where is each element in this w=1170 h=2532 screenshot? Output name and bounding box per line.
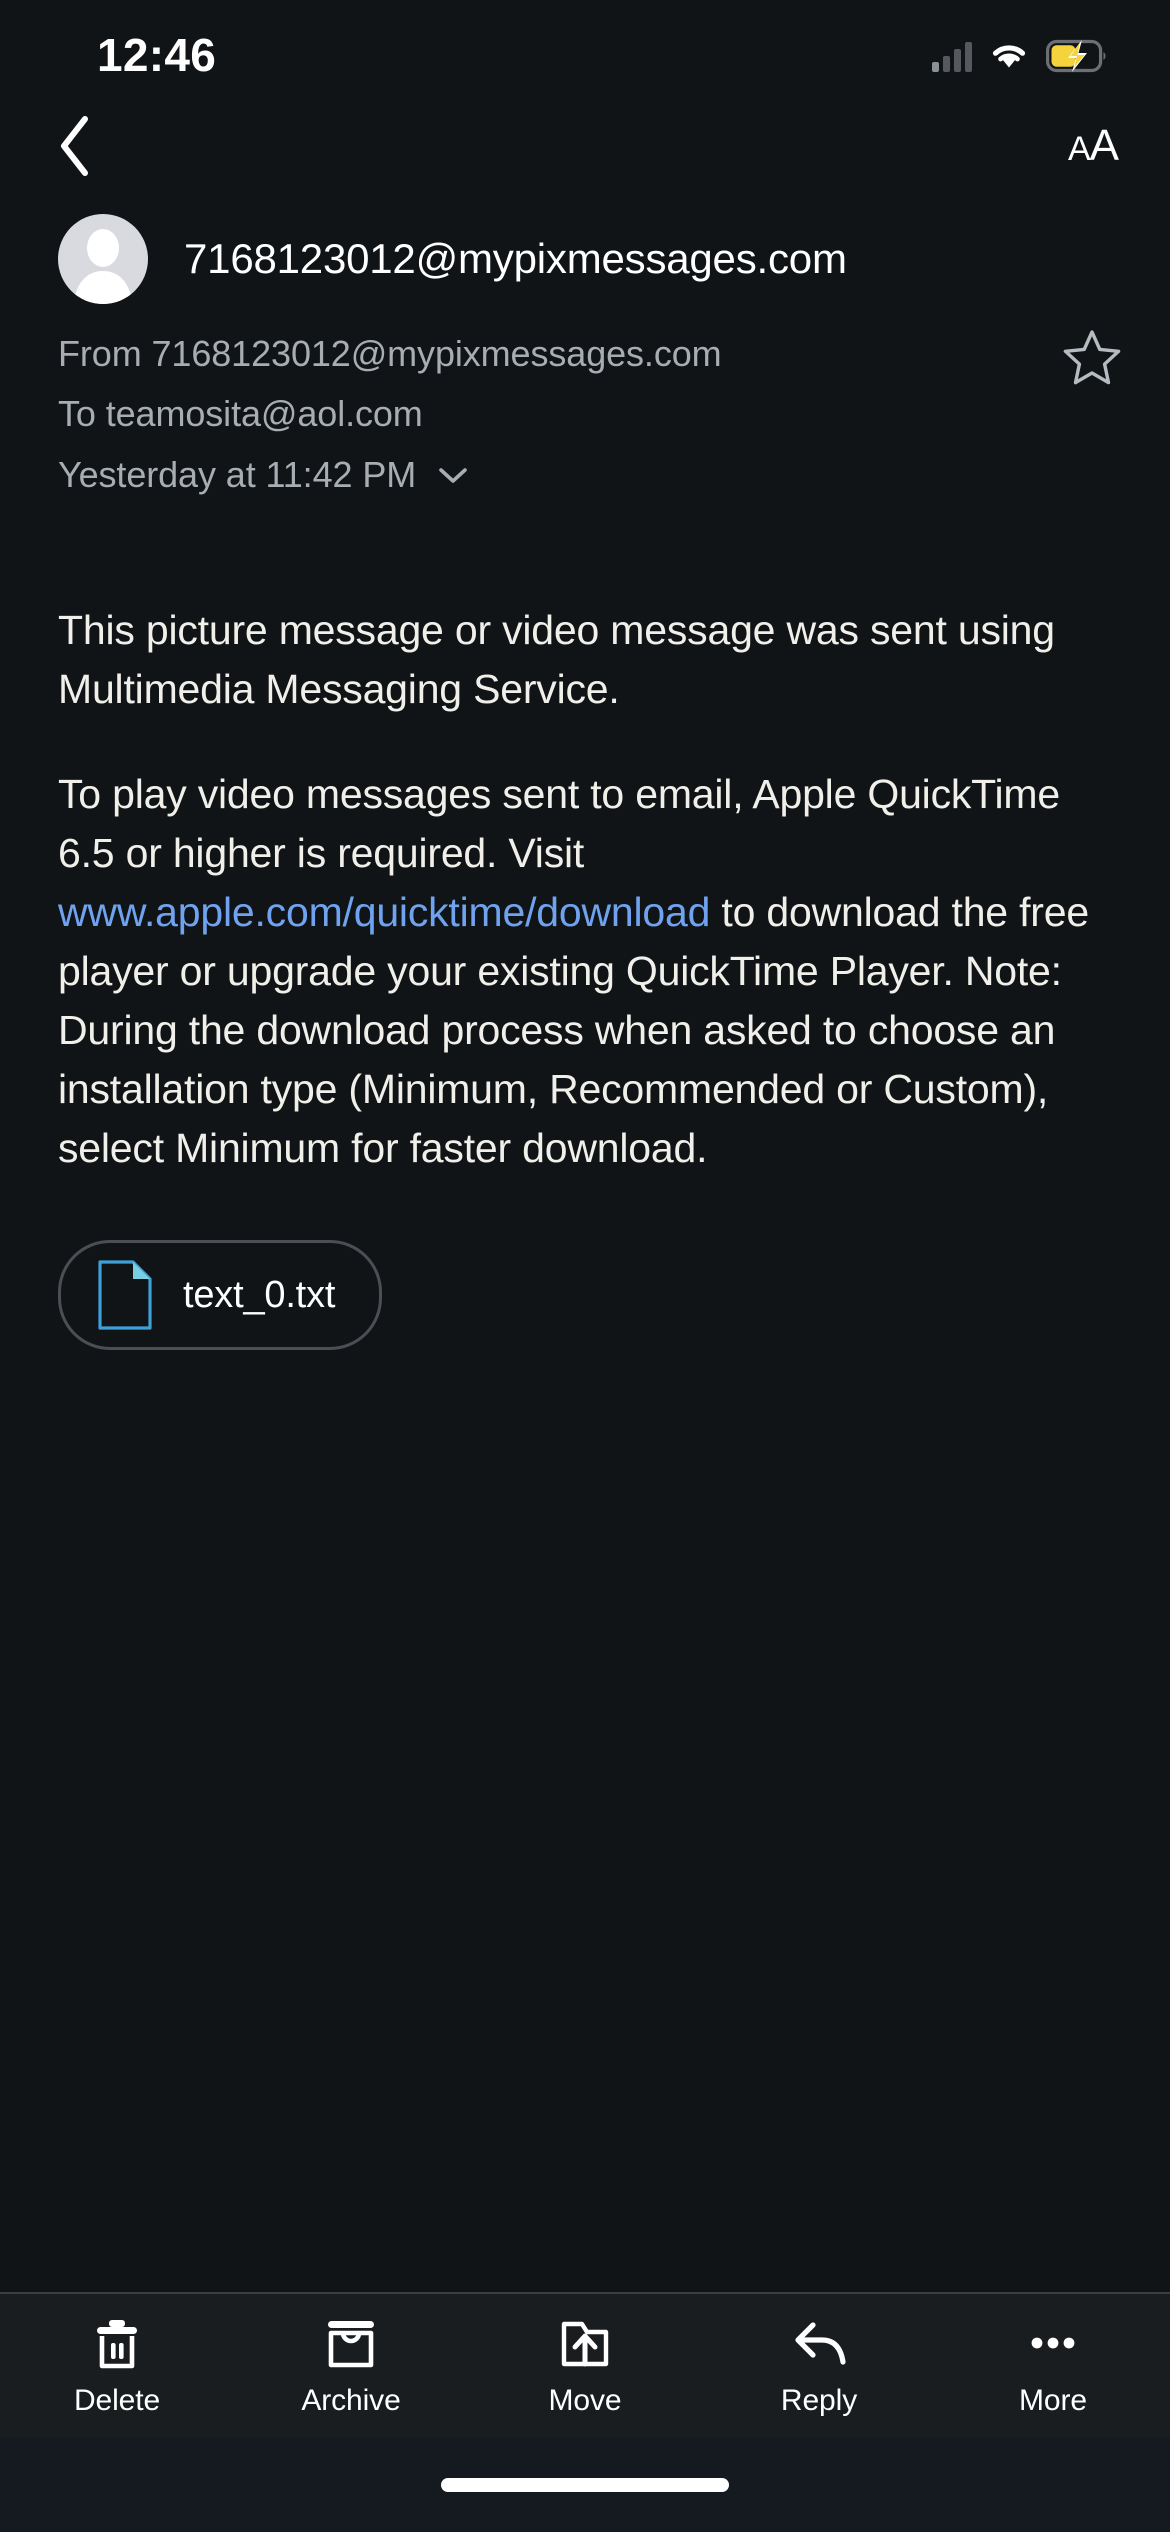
quicktime-download-link[interactable]: www.apple.com/quicktime/download bbox=[58, 889, 710, 935]
body-paragraph-2-prefix: To play video messages sent to email, Ap… bbox=[58, 771, 1060, 876]
move-to-folder-icon bbox=[556, 2316, 614, 2370]
body-paragraph-1: This picture message or video message wa… bbox=[58, 607, 1055, 712]
back-button[interactable] bbox=[40, 111, 110, 181]
sender-address: 7168123012@mypixmessages.com bbox=[184, 235, 847, 282]
text-size-button[interactable]: AA bbox=[1064, 115, 1122, 177]
sender-row[interactable]: 7168123012@mypixmessages.com bbox=[0, 192, 1170, 318]
person-placeholder-avatar bbox=[74, 229, 132, 304]
from-line: From 7168123012@mypixmessages.com bbox=[58, 333, 722, 374]
move-label: Move bbox=[548, 2384, 622, 2417]
reply-label: Reply bbox=[780, 2384, 858, 2417]
cellular-signal-icon bbox=[932, 40, 972, 72]
more-button[interactable]: More bbox=[936, 2316, 1170, 2418]
status-bar-clock: 12:46 bbox=[97, 29, 217, 81]
ellipsis-icon bbox=[1024, 2316, 1082, 2370]
action-toolbar: Delete Archive Move Reply More bbox=[0, 2292, 1170, 2438]
date-line[interactable]: Yesterday at 11:42 PM bbox=[58, 444, 1130, 505]
wifi-icon bbox=[992, 45, 1026, 68]
attachment-chip[interactable]: text_0.txt bbox=[58, 1240, 383, 1350]
delete-label: Delete bbox=[73, 2384, 161, 2417]
status-bar: 12:46 bbox=[0, 0, 1170, 100]
star-outline-icon bbox=[1063, 330, 1121, 385]
chevron-left-icon bbox=[61, 116, 88, 176]
mail-message-screen: 12:46 AA 7168123012@mypixmessages.com Fr… bbox=[0, 0, 1170, 2532]
chevron-down-icon bbox=[436, 444, 470, 504]
navigation-bar: AA bbox=[0, 100, 1170, 192]
text-size-small-a: A bbox=[1067, 130, 1091, 168]
avatar bbox=[58, 214, 148, 304]
attachment-filename: text_0.txt bbox=[183, 1273, 336, 1316]
body-paragraph-2: To play video messages sent to email, Ap… bbox=[58, 765, 1124, 1178]
archive-box-icon bbox=[322, 2316, 380, 2370]
status-bar-icons bbox=[932, 39, 1108, 73]
text-size-large-a: A bbox=[1089, 121, 1119, 170]
home-indicator-area bbox=[0, 2438, 1170, 2532]
attachment-area: text_0.txt bbox=[58, 1178, 1124, 1350]
move-button[interactable]: Move bbox=[468, 2316, 702, 2418]
archive-label: Archive bbox=[301, 2384, 401, 2417]
message-body: This picture message or video message wa… bbox=[0, 505, 1170, 2292]
reply-arrow-icon bbox=[789, 2316, 849, 2370]
archive-button[interactable]: Archive bbox=[234, 2316, 468, 2418]
delete-button[interactable]: Delete bbox=[0, 2316, 234, 2418]
more-label: More bbox=[1019, 2384, 1087, 2417]
flag-star-button[interactable] bbox=[1060, 326, 1124, 390]
home-indicator[interactable] bbox=[441, 2478, 729, 2492]
date-text: Yesterday at 11:42 PM bbox=[58, 454, 417, 495]
message-metadata: From 7168123012@mypixmessages.com To tea… bbox=[0, 318, 1170, 505]
battery-charging-icon bbox=[1046, 39, 1106, 73]
document-file-icon bbox=[98, 1260, 152, 1330]
to-line: To teamosita@aol.com bbox=[58, 393, 423, 434]
trash-icon bbox=[91, 2316, 143, 2370]
reply-button[interactable]: Reply bbox=[702, 2316, 936, 2418]
